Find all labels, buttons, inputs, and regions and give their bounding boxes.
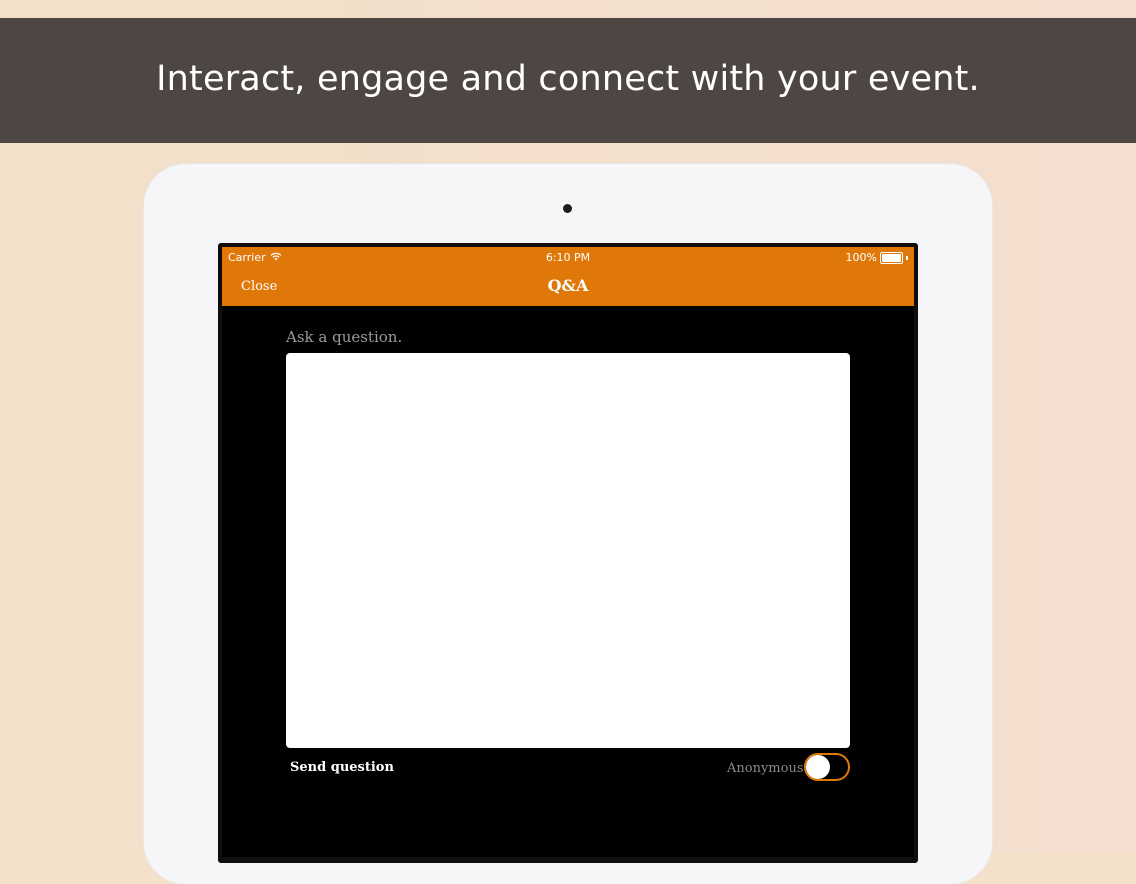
app-screen: Carrier 6:10 PM 100% Close Q&A Ask a que…: [222, 247, 914, 857]
battery-percent: 100%: [845, 251, 877, 264]
battery-tip: [906, 255, 908, 260]
page-title: Q&A: [547, 276, 589, 295]
toggle-knob: [806, 755, 830, 779]
status-time: 6:10 PM: [545, 251, 591, 264]
question-input[interactable]: [286, 353, 850, 748]
banner-headline: Interact, engage and connect with your e…: [156, 58, 980, 99]
promo-banner: Interact, engage and connect with your e…: [0, 18, 1136, 143]
question-prompt-label: Ask a question.: [286, 328, 403, 346]
anonymous-label: Anonymous: [727, 761, 804, 776]
front-camera-icon: [563, 204, 572, 213]
send-question-button[interactable]: Send question: [290, 760, 394, 775]
navigation-bar: Carrier 6:10 PM 100% Close Q&A: [222, 247, 914, 306]
anonymous-toggle[interactable]: [804, 753, 850, 781]
battery-icon: [880, 251, 903, 264]
status-battery: 100%: [846, 251, 908, 264]
